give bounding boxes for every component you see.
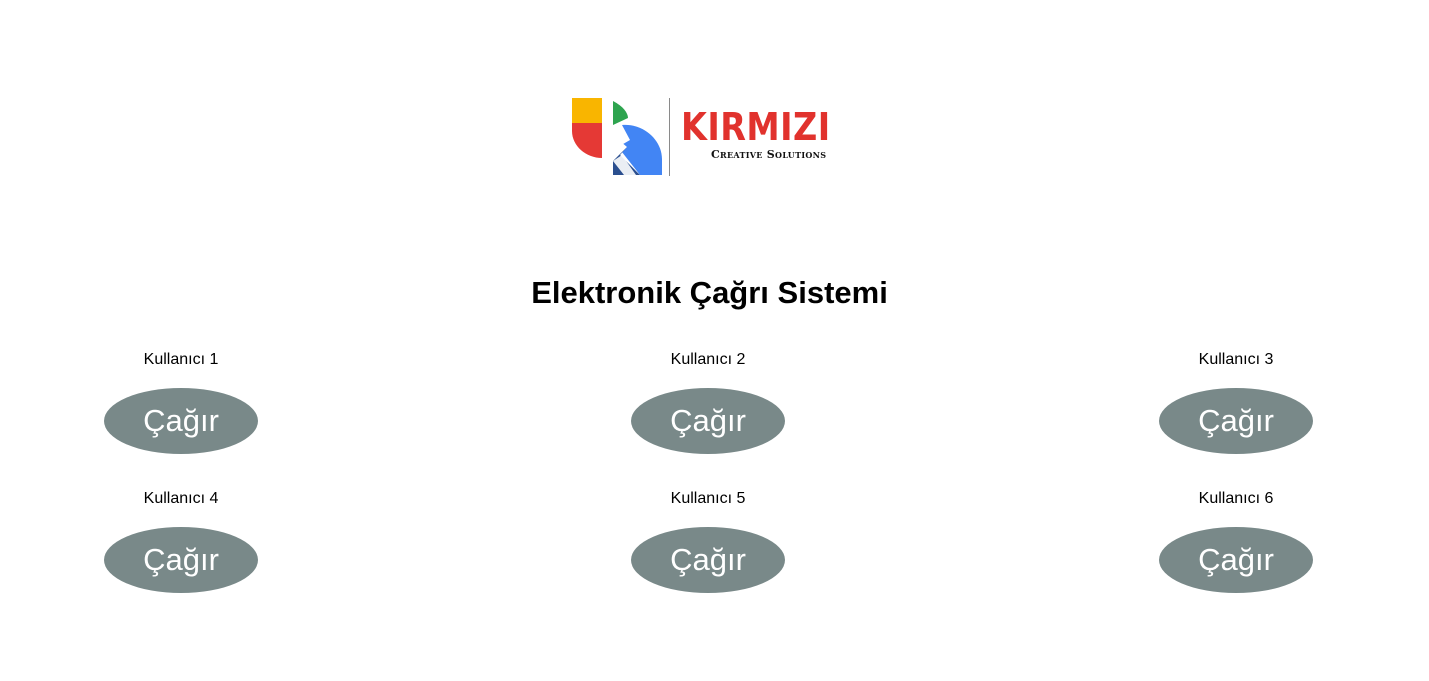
user-card-6: Kullanıcı 6 Çağır [1156,489,1316,599]
call-button-user-3[interactable]: Çağır [1159,388,1313,454]
logo-mark-icon [572,98,662,175]
call-button-user-4[interactable]: Çağır [104,527,258,593]
call-button-user-2[interactable]: Çağır [631,388,785,454]
call-button-user-1[interactable]: Çağır [104,388,258,454]
user-label: Kullanıcı 6 [1198,490,1274,507]
logo-yellow-shape [572,98,602,123]
call-button-user-6[interactable]: Çağır [1159,527,1313,593]
user-label: Kullanıcı 1 [143,351,219,368]
user-card-5: Kullanıcı 5 Çağır [628,489,788,599]
user-card-1: Kullanıcı 1 Çağır [101,350,261,460]
logo-red-shape [572,123,602,158]
user-label: Kullanıcı 3 [1198,351,1274,368]
brand-name: KIRMIZI [681,105,831,149]
logo-green-shape [613,101,628,125]
user-label: Kullanıcı 5 [670,490,746,507]
brand-tagline: Creative Solutions [711,148,827,161]
logo-divider [669,98,670,176]
user-card-3: Kullanıcı 3 Çağır [1156,350,1316,460]
company-logo: KIRMIZI Creative Solutions [570,97,860,179]
user-label: Kullanıcı 2 [670,351,746,368]
page-title: Elektronik Çağrı Sistemi [531,275,888,310]
call-button-user-5[interactable]: Çağır [631,527,785,593]
user-label: Kullanıcı 4 [143,490,219,507]
user-card-2: Kullanıcı 2 Çağır [628,350,788,460]
user-card-4: Kullanıcı 4 Çağır [101,489,261,599]
